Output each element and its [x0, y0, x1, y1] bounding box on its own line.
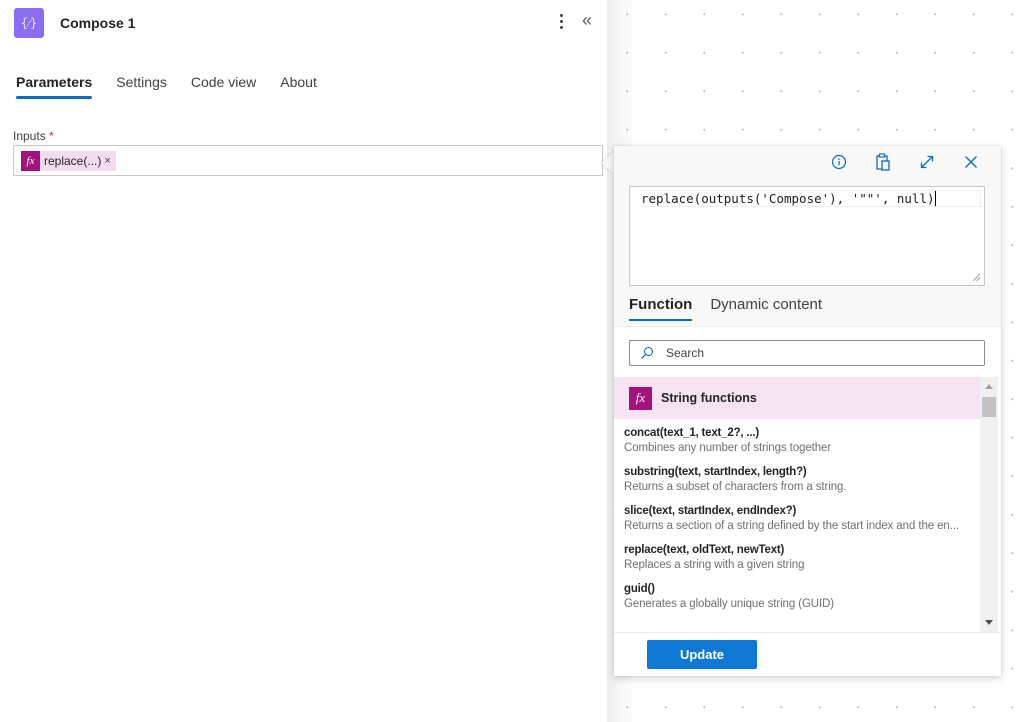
expression-token[interactable]: fx replace(...) ×: [21, 150, 116, 171]
expression-textarea[interactable]: replace(outputs('Compose'), '""', null): [629, 186, 985, 286]
expression-line[interactable]: replace(outputs('Compose'), '""', null): [639, 190, 981, 207]
required-mark: *: [49, 129, 54, 143]
compose-icon: {⁄}: [14, 8, 44, 38]
panel-title[interactable]: Compose 1: [60, 15, 135, 31]
scroll-down-icon[interactable]: [985, 620, 993, 625]
search-input[interactable]: [666, 346, 966, 360]
function-name: concat(text_1, text_2?, ...): [624, 427, 759, 439]
paste-button[interactable]: [873, 152, 893, 172]
more-dot: [559, 25, 563, 29]
tab-about[interactable]: About: [280, 74, 317, 99]
token-label[interactable]: replace(...): [40, 154, 107, 168]
inputs-label: Inputs *: [13, 129, 54, 143]
scroll-thumb[interactable]: [982, 397, 996, 417]
function-description: Returns a subset of characters from a st…: [624, 481, 847, 493]
expand-button[interactable]: [917, 152, 937, 172]
expression-editor-popup: replace(outputs('Compose'), '""', null) …: [614, 146, 1001, 676]
inputs-field[interactable]: fx replace(...) ×: [13, 145, 603, 176]
tab-parameters[interactable]: Parameters: [16, 74, 93, 99]
function-item[interactable]: guid() Generates a globally unique strin…: [624, 582, 980, 621]
panel-header: {⁄} Compose 1: [14, 7, 135, 39]
text-caret: [934, 191, 936, 206]
tab-function[interactable]: Function: [629, 296, 693, 321]
resize-grip-icon[interactable]: [972, 273, 981, 282]
scroll-up-icon[interactable]: [985, 384, 993, 389]
function-description: Combines any number of strings together: [624, 442, 832, 454]
function-list-scrollbar[interactable]: [980, 377, 998, 632]
double-chevron-left-icon: «: [582, 10, 593, 30]
function-list: concat(text_1, text_2?, ...) Combines an…: [624, 426, 980, 621]
function-name: guid(): [624, 583, 655, 595]
clipboard-icon: [876, 153, 890, 171]
category-label: String functions: [661, 391, 757, 405]
expression-tabs: Function Dynamic content: [629, 296, 822, 321]
function-description: Replaces a string with a given string: [624, 559, 805, 571]
function-list-area: fx String functions concat(text_1, text_…: [614, 377, 1001, 632]
tab-code-view[interactable]: Code view: [191, 74, 256, 99]
inputs-label-text: Inputs: [13, 129, 46, 143]
info-button[interactable]: [829, 152, 849, 172]
function-item[interactable]: concat(text_1, text_2?, ...) Combines an…: [624, 426, 980, 465]
function-name: substring(text, startIndex, length?): [624, 466, 807, 478]
popup-footer: Update: [614, 632, 1001, 676]
close-icon: [965, 156, 977, 168]
function-name: replace(text, oldText, newText): [624, 544, 785, 556]
function-item[interactable]: replace(text, oldText, newText) Replaces…: [624, 543, 980, 582]
function-search[interactable]: [629, 340, 985, 366]
fx-icon: fx: [21, 150, 40, 171]
remove-token-icon[interactable]: ×: [104, 155, 115, 167]
function-item[interactable]: substring(text, startIndex, length?) Ret…: [624, 465, 980, 504]
expand-icon: [920, 155, 934, 169]
popup-top-section: replace(outputs('Compose'), '""', null) …: [614, 146, 1001, 327]
panel-tabs: Parameters Settings Code view About: [16, 74, 317, 99]
fx-icon: fx: [629, 386, 652, 410]
more-vertical-icon: [559, 13, 563, 17]
search-icon: [641, 346, 654, 359]
category-string-functions[interactable]: fx String functions: [614, 377, 980, 419]
tab-dynamic-content[interactable]: Dynamic content: [710, 296, 822, 321]
action-details-panel: {⁄} Compose 1 « Parameters Settings Code…: [0, 0, 607, 722]
function-description: Returns a section of a string defined by…: [624, 520, 960, 532]
popup-toolbar: [829, 152, 981, 172]
more-dot: [559, 19, 563, 23]
function-item[interactable]: slice(text, startIndex, endIndex?) Retur…: [624, 504, 980, 543]
popup-pointer: [601, 152, 614, 174]
more-options-button[interactable]: [554, 10, 568, 32]
function-description: Generates a globally unique string (GUID…: [624, 598, 835, 610]
expression-text: replace(outputs('Compose'), '""', null): [641, 191, 935, 206]
function-name: slice(text, startIndex, endIndex?): [624, 505, 797, 517]
info-icon: [831, 154, 847, 170]
tab-settings[interactable]: Settings: [116, 74, 167, 99]
close-button[interactable]: [961, 152, 981, 172]
update-button[interactable]: Update: [647, 640, 757, 669]
collapse-panel-button[interactable]: «: [582, 9, 592, 31]
